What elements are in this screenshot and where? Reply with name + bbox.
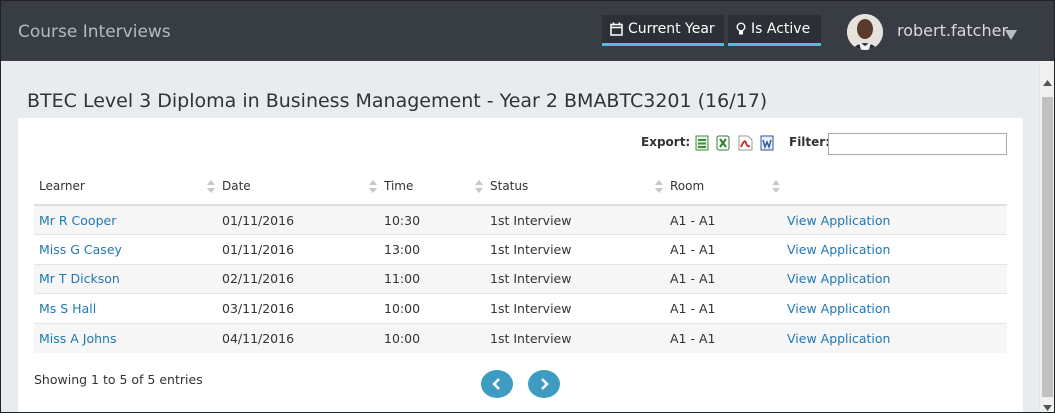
- next-page-button[interactable]: [528, 370, 560, 398]
- content-panel: Export: Filter: Learner Date Time Status…: [18, 118, 1023, 412]
- room-cell: A1 - A1: [665, 264, 782, 295]
- learner-link[interactable]: Miss A Johns: [39, 331, 116, 346]
- date-cell: 02/11/2016: [217, 264, 379, 295]
- sort-icon: [369, 179, 377, 194]
- view-application-link[interactable]: View Application: [787, 271, 890, 286]
- learner-link[interactable]: Mr T Dickson: [39, 271, 120, 286]
- interviews-table: Learner Date Time Status Room Mr R Coope…: [34, 168, 1007, 353]
- date-cell: 01/11/2016: [217, 205, 379, 236]
- learner-link[interactable]: Mr R Cooper: [39, 213, 116, 228]
- status-cell: 1st Interview: [485, 234, 665, 265]
- sort-icon: [207, 179, 215, 194]
- is-active-button[interactable]: Is Active: [728, 15, 821, 46]
- table-row: Ms S Hall 03/11/2016 10:00 1st Interview…: [34, 293, 1007, 324]
- page-title: BTEC Level 3 Diploma in Business Managem…: [27, 90, 768, 112]
- export-label: Export:: [641, 135, 691, 149]
- learner-link[interactable]: Miss G Casey: [39, 242, 122, 257]
- app-title: Course Interviews: [18, 22, 171, 42]
- column-header-room[interactable]: Room: [665, 168, 782, 206]
- chevron-left-icon: [492, 375, 502, 394]
- scroll-down-icon[interactable]: [1043, 396, 1052, 412]
- date-cell: 03/11/2016: [217, 293, 379, 324]
- chevron-right-icon: [539, 375, 549, 394]
- time-cell: 13:00: [379, 234, 485, 265]
- avatar[interactable]: [847, 14, 883, 50]
- time-cell: 10:00: [379, 293, 485, 324]
- table-row: Mr T Dickson 02/11/2016 11:00 1st Interv…: [34, 264, 1007, 295]
- current-year-label: Current Year: [628, 21, 715, 37]
- view-application-link[interactable]: View Application: [787, 331, 890, 346]
- pdf-icon[interactable]: [738, 135, 753, 151]
- top-bar: Course Interviews Current Year Is Active…: [1, 1, 1054, 61]
- vertical-scrollbar[interactable]: [1039, 61, 1054, 412]
- table-row: Miss A Johns 04/11/2016 10:00 1st Interv…: [34, 323, 1007, 353]
- view-application-link[interactable]: View Application: [787, 301, 890, 316]
- view-application-link[interactable]: View Application: [787, 242, 890, 257]
- status-cell: 1st Interview: [485, 264, 665, 295]
- column-header-action: [782, 168, 1007, 206]
- calendar-icon: [610, 22, 623, 36]
- filter-input[interactable]: [828, 133, 1007, 155]
- time-cell: 10:00: [379, 323, 485, 353]
- status-cell: 1st Interview: [485, 205, 665, 236]
- caret-down-icon[interactable]: [1005, 25, 1017, 44]
- view-application-link[interactable]: View Application: [787, 213, 890, 228]
- column-header-learner[interactable]: Learner: [34, 168, 217, 206]
- username[interactable]: robert.fatcher: [897, 21, 1008, 40]
- sort-icon: [772, 179, 780, 194]
- csv-icon[interactable]: [695, 135, 710, 151]
- room-cell: A1 - A1: [665, 293, 782, 324]
- learner-link[interactable]: Ms S Hall: [39, 301, 96, 316]
- room-cell: A1 - A1: [665, 205, 782, 236]
- table-row: Miss G Casey 01/11/2016 13:00 1st Interv…: [34, 234, 1007, 265]
- scroll-thumb[interactable]: [1042, 97, 1053, 397]
- column-header-time[interactable]: Time: [379, 168, 485, 206]
- column-header-status[interactable]: Status: [485, 168, 665, 206]
- lightbulb-icon: [736, 22, 746, 36]
- sort-icon: [475, 179, 483, 194]
- column-header-date[interactable]: Date: [217, 168, 379, 206]
- status-cell: 1st Interview: [485, 323, 665, 353]
- room-cell: A1 - A1: [665, 323, 782, 353]
- sort-icon: [655, 179, 663, 194]
- excel-icon[interactable]: [716, 135, 731, 151]
- time-cell: 11:00: [379, 264, 485, 295]
- current-year-button[interactable]: Current Year: [602, 15, 724, 46]
- room-cell: A1 - A1: [665, 234, 782, 265]
- filter-label: Filter:: [789, 135, 831, 149]
- table-header-row: Learner Date Time Status Room: [34, 168, 1007, 206]
- word-icon[interactable]: [760, 135, 775, 151]
- table-info: Showing 1 to 5 of 5 entries: [34, 372, 203, 387]
- date-cell: 01/11/2016: [217, 234, 379, 265]
- time-cell: 10:30: [379, 205, 485, 236]
- app-window: Course Interviews Current Year Is Active…: [0, 0, 1055, 413]
- date-cell: 04/11/2016: [217, 323, 379, 353]
- status-cell: 1st Interview: [485, 293, 665, 324]
- table-row: Mr R Cooper 01/11/2016 10:30 1st Intervi…: [34, 205, 1007, 236]
- scroll-up-icon[interactable]: [1043, 71, 1052, 90]
- previous-page-button[interactable]: [481, 370, 513, 398]
- is-active-label: Is Active: [751, 21, 811, 37]
